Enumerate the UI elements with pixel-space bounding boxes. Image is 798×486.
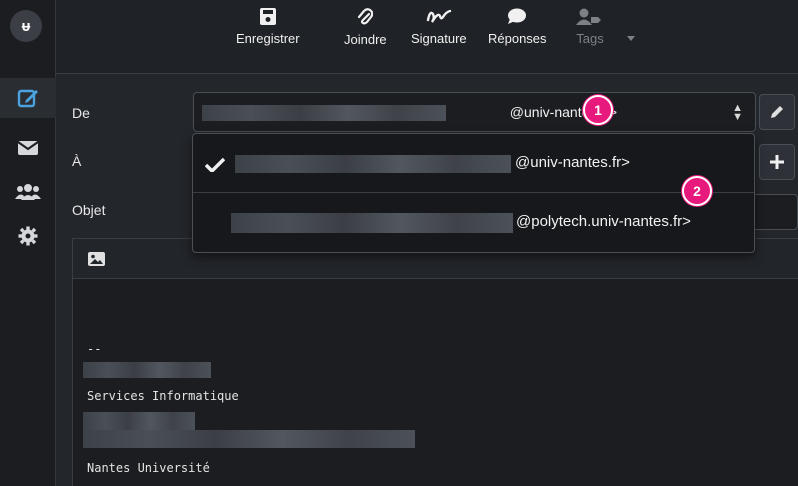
settings-icon [18,226,38,246]
option-address: @univ-nantes.fr> [515,154,630,171]
tags-button[interactable]: Tags [576,8,604,46]
attach-button[interactable]: Joindre [344,8,387,47]
from-dropdown-menu: @univ-nantes.fr> @polytech.univ-nantes.f… [192,133,755,253]
updown-caret-icon: ▲ ▼ [732,102,743,123]
chevron-down-icon[interactable] [627,36,635,41]
attach-label: Joindre [344,32,387,47]
option-address: @polytech.univ-nantes.fr> [516,213,691,230]
contacts-icon [15,184,41,200]
responses-button[interactable]: Réponses [488,8,547,46]
image-icon[interactable] [88,252,105,266]
signature-label: Signature [411,31,467,46]
add-recipient-button[interactable] [759,144,795,180]
subject-label: Objet [72,202,106,218]
responses-label: Réponses [488,31,547,46]
mail-icon [17,141,39,155]
redacted-line-2 [83,430,415,448]
sidebar-item-mail[interactable] [0,128,56,168]
edit-identity-button[interactable] [759,94,795,130]
compose-icon [17,89,38,108]
redacted-line-1 [83,412,195,430]
redacted-sender-name [202,105,446,121]
from-label: De [72,105,90,121]
signature-university-line: Nantes Université [87,461,210,475]
step-badge-2: 2 [682,176,712,206]
save-icon [259,8,276,25]
speech-bubble-icon [508,8,527,24]
redacted-option-name [235,155,511,173]
tags-label: Tags [576,31,604,46]
save-label: Enregistrer [236,31,300,46]
signature-icon [426,9,452,23]
sidebar: ᵾ [0,0,56,486]
paperclip-icon [358,8,374,25]
sidebar-item-settings[interactable] [0,216,56,256]
message-editor[interactable]: -- Services Informatique Nantes Universi… [72,238,798,486]
redacted-name [83,362,211,378]
app-logo[interactable]: ᵾ [10,10,42,42]
from-option-polytech[interactable]: @polytech.univ-nantes.fr> [193,193,754,251]
plus-icon [770,155,784,169]
checkmark-icon [205,157,225,172]
compose-toolbar: Enregistrer Joindre Signature Réponses T… [56,0,798,74]
signature-separator: -- [87,342,102,356]
save-button[interactable]: Enregistrer [236,8,300,46]
from-select[interactable]: @univ-nantes.fr> ▲ ▼ [193,92,756,132]
pencil-icon [771,106,783,118]
redacted-option-name [231,213,513,233]
signature-services-line: Services Informatique [87,389,239,403]
sidebar-item-contacts[interactable] [0,172,56,212]
to-label: À [72,153,82,169]
user-tag-icon [576,8,601,25]
signature-button[interactable]: Signature [411,8,467,46]
from-option-univ-nantes[interactable]: @univ-nantes.fr> [193,134,754,192]
step-badge-1: 1 [583,95,613,125]
sidebar-item-compose[interactable] [0,78,56,118]
